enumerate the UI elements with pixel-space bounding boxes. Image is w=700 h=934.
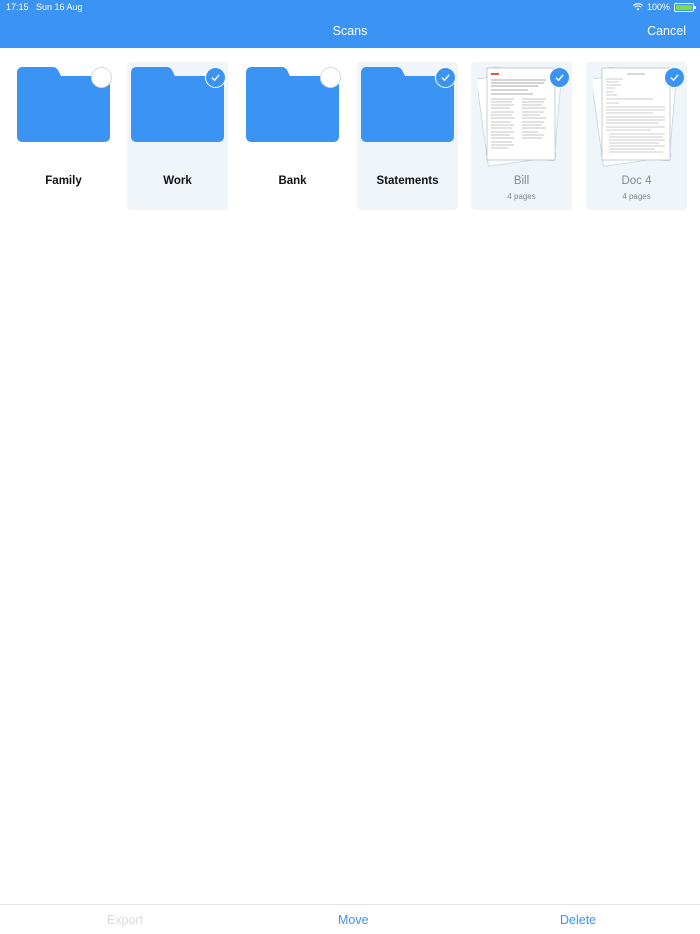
folder-item-work[interactable]: Work: [127, 62, 228, 210]
folder-item-statements[interactable]: Statements: [357, 62, 458, 210]
checkmark-icon[interactable]: [205, 67, 226, 88]
page-title: Scans: [332, 24, 368, 38]
status-indicators: 100%: [632, 2, 696, 12]
move-button[interactable]: Move: [338, 913, 369, 927]
document-label: Doc 4: [621, 175, 652, 187]
navigation-bar: 17:15 Sun 16 Aug 100% Scans Cancel: [0, 0, 700, 48]
selection-checkbox[interactable]: [320, 67, 341, 88]
status-time: 17:15: [6, 2, 29, 12]
document-item-doc-4[interactable]: Doc 4 4 pages: [586, 62, 687, 210]
folder-item-bank[interactable]: Bank: [242, 62, 343, 210]
status-date: Sun 16 Aug: [36, 2, 83, 12]
battery-percent: 100%: [646, 2, 670, 12]
folder-label: Bank: [278, 175, 307, 187]
export-button[interactable]: Export: [107, 913, 143, 927]
folder-label: Work: [163, 175, 192, 187]
battery-icon: [674, 2, 696, 12]
cancel-button[interactable]: Cancel: [647, 24, 686, 38]
delete-button[interactable]: Delete: [560, 913, 596, 927]
document-item-bill[interactable]: Bill 4 pages: [471, 62, 572, 210]
checkmark-icon[interactable]: [435, 67, 456, 88]
selection-checkbox[interactable]: [91, 67, 112, 88]
folder-label: Family: [45, 175, 82, 187]
page-count: 4 pages: [622, 192, 651, 201]
folder-label: Statements: [376, 175, 439, 187]
document-label: Bill: [513, 175, 530, 187]
bottom-toolbar: Export Move Delete: [0, 904, 700, 934]
wifi-icon: [632, 3, 643, 11]
checkmark-icon[interactable]: [549, 67, 570, 88]
folder-item-family[interactable]: Family: [13, 62, 114, 210]
page-count: 4 pages: [507, 192, 536, 201]
checkmark-icon[interactable]: [664, 67, 685, 88]
